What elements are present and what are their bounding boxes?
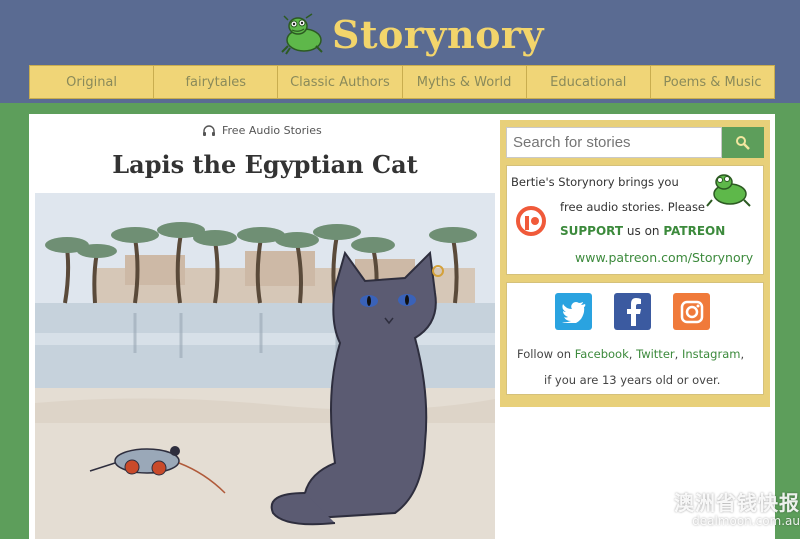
patreon-text-line1: Bertie's Storynory brings you	[511, 175, 679, 189]
search-button[interactable]	[722, 127, 764, 158]
patreon-text-line3: SUPPORT us on PATREON	[560, 224, 725, 238]
page-title: Lapis the Egyptian Cat	[112, 150, 418, 179]
age-notice: if you are 13 years old or over.	[544, 373, 721, 387]
instagram-link[interactable]: Instagram	[682, 347, 741, 361]
patreon-text-line2: free audio stories. Please	[560, 200, 706, 214]
us-on-text: us on	[626, 224, 660, 238]
follow-text: Follow on Facebook, Twitter, Instagram,	[517, 347, 745, 361]
free-audio-tagline[interactable]: Free Audio Stories	[202, 124, 322, 137]
twitter-icon[interactable]	[555, 293, 592, 330]
patreon-link[interactable]: PATREON	[663, 224, 725, 238]
nav-item-educational[interactable]: Educational	[527, 66, 651, 98]
follow-on-label: Follow on	[517, 347, 572, 361]
instagram-icon[interactable]	[673, 293, 710, 330]
watermark-text: 澳洲省钱快报	[674, 491, 800, 515]
nav-item-poems-music[interactable]: Poems & Music	[651, 66, 774, 98]
search-icon	[736, 135, 750, 150]
facebook-icon[interactable]	[614, 293, 651, 330]
brand-name: Storynory	[332, 11, 545, 57]
support-link[interactable]: SUPPORT	[560, 224, 623, 238]
nav-item-original[interactable]: Original	[30, 66, 155, 98]
nav-item-fairytales[interactable]: fairytales	[154, 66, 279, 98]
search-input[interactable]	[506, 127, 722, 158]
cat-illustration-image	[35, 193, 495, 539]
tagline-text: Free Audio Stories	[222, 124, 322, 137]
nav-item-classic-authors[interactable]: Classic Authors	[278, 66, 403, 98]
frog-icon	[706, 174, 751, 207]
patreon-icon[interactable]	[514, 204, 548, 238]
frog-icon	[281, 13, 323, 55]
brand-logo[interactable]: Storynory	[278, 8, 544, 60]
watermark: 澳洲省钱快报 dealmoon.com.au	[650, 487, 800, 528]
facebook-link[interactable]: Facebook	[575, 347, 629, 361]
patreon-url-link[interactable]: www.patreon.com/Storynory	[575, 250, 753, 265]
story-illustration	[35, 193, 495, 539]
headphones-icon	[203, 125, 215, 136]
nav-item-myths-world[interactable]: Myths & World	[403, 66, 527, 98]
twitter-link[interactable]: Twitter	[636, 347, 675, 361]
main-nav: Original fairytales Classic Authors Myth…	[29, 65, 775, 99]
watermark-url: dealmoon.com.au	[692, 514, 800, 528]
